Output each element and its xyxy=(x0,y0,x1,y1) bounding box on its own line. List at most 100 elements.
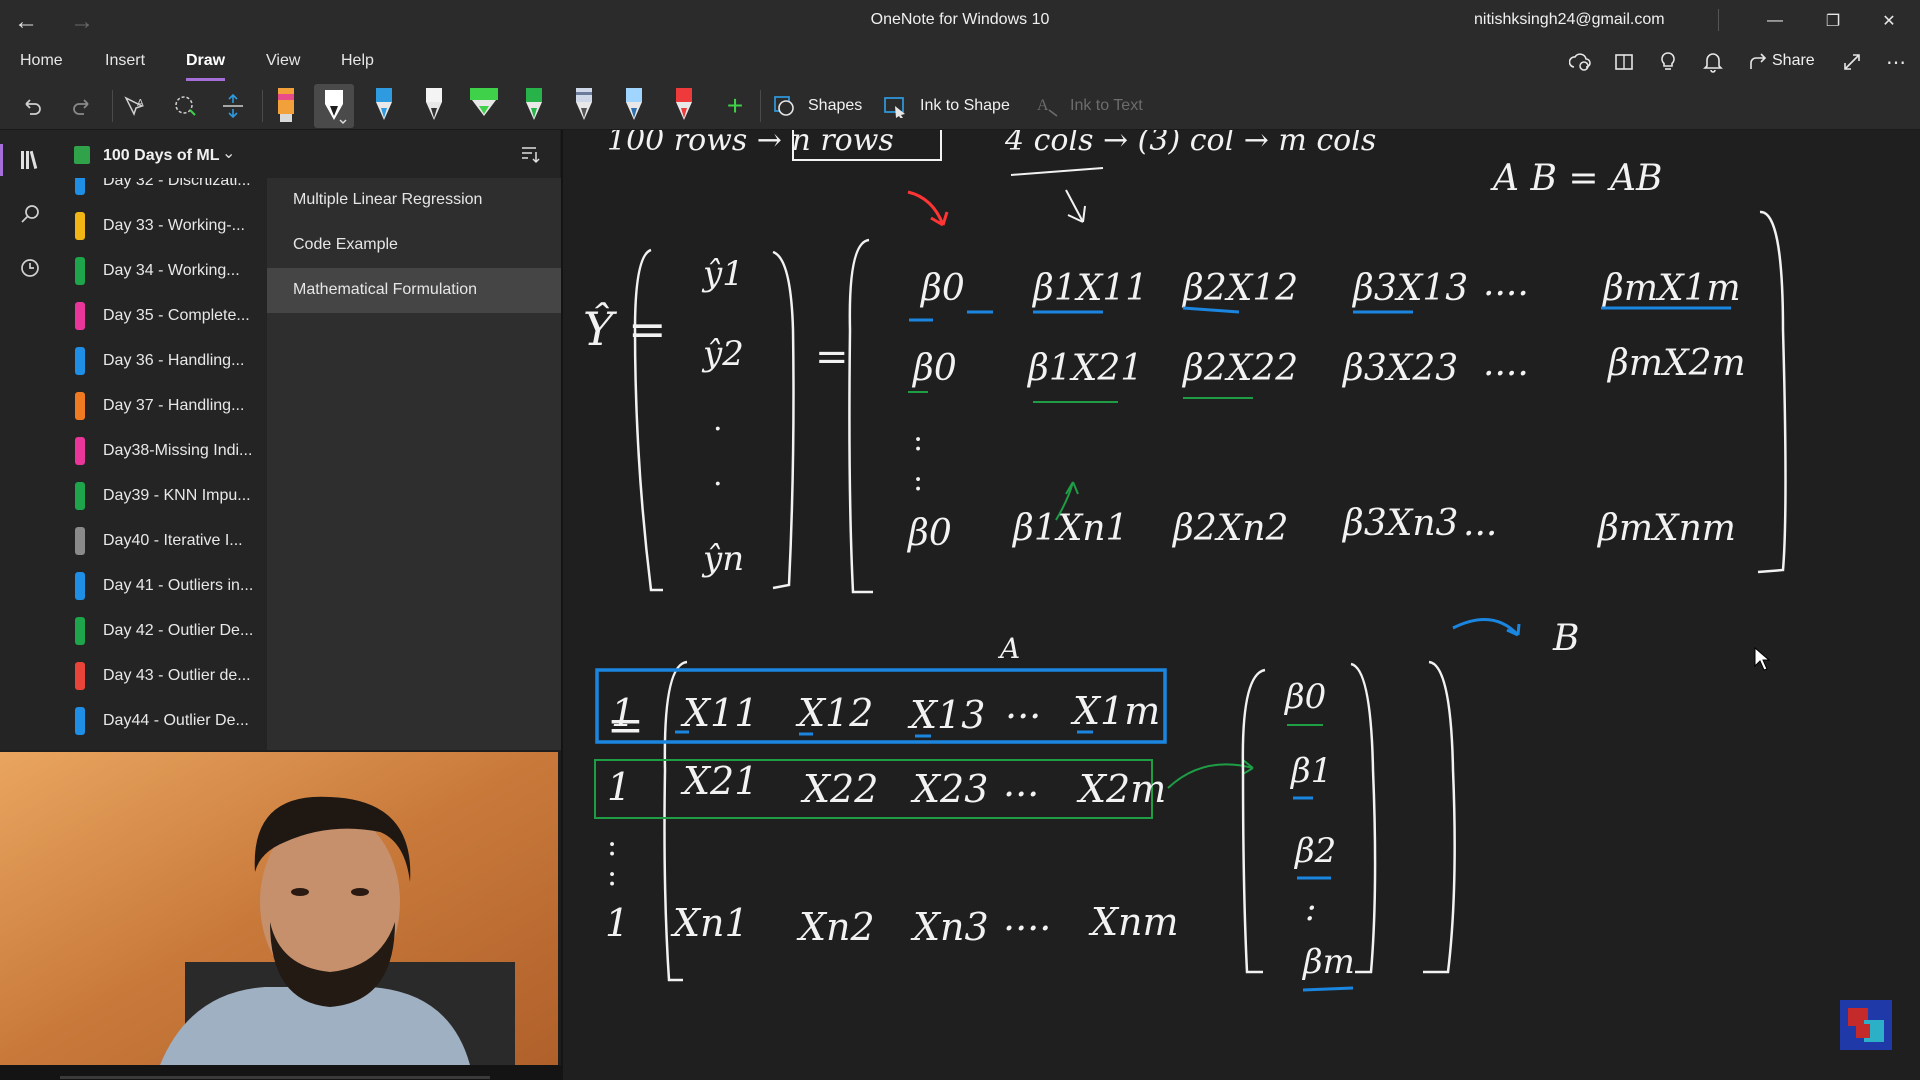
insert-space-icon[interactable] xyxy=(216,88,250,124)
notebooks-icon[interactable] xyxy=(0,138,52,182)
page-item-selected[interactable]: Mathematical Formulation xyxy=(267,268,561,313)
close-button[interactable]: ✕ xyxy=(1866,0,1912,42)
blue-pen-icon[interactable] xyxy=(364,84,404,128)
share-button-label[interactable]: Share xyxy=(1772,52,1815,70)
section-label: Day 32 - Discrtizati... xyxy=(103,178,251,189)
section-color-tab xyxy=(75,212,85,240)
lightbulb-icon[interactable] xyxy=(1652,48,1684,76)
section-color-tab xyxy=(75,572,85,600)
ink-to-shape-icon[interactable] xyxy=(882,88,910,124)
section-color-tab xyxy=(75,662,85,690)
back-arrow-icon[interactable]: ← xyxy=(14,8,38,36)
ink-x-cell: X22 xyxy=(800,767,878,811)
light-blue-pen-icon[interactable] xyxy=(614,84,654,128)
ink-x-cell: 1 xyxy=(605,901,629,945)
ink-x-cell: 1 xyxy=(611,691,635,735)
section-label: Day39 - KNN Impu... xyxy=(103,487,251,504)
note-canvas[interactable]: 100 rows → n rows 4 cols → (3) col → m c… xyxy=(563,130,1920,1080)
section-item[interactable]: Day 37 - Handling... xyxy=(60,383,267,428)
ink-to-shape-button[interactable]: Ink to Shape xyxy=(920,97,1010,115)
ink-bracket xyxy=(848,238,873,594)
section-item[interactable]: Day 43 - Outlier de... xyxy=(60,653,267,698)
section-item[interactable]: Day40 - Iterative I... xyxy=(60,518,267,563)
chevron-down-icon[interactable]: ⌄ xyxy=(222,143,235,163)
ink-dots: : xyxy=(913,423,923,458)
shapes-button[interactable]: Shapes xyxy=(808,97,862,115)
section-list: Day 32 - Discrtizati... Day 33 - Working… xyxy=(60,178,267,750)
ink-arrow xyxy=(1065,189,1086,223)
shapes-icon[interactable] xyxy=(770,88,798,124)
ink-x-cell: X2m xyxy=(1076,767,1166,811)
red-pen-icon[interactable] xyxy=(664,84,704,128)
restore-button[interactable]: ❐ xyxy=(1810,0,1856,42)
white-pen-2-icon[interactable] xyxy=(414,84,454,128)
fullscreen-icon[interactable] xyxy=(1836,48,1868,76)
account-email[interactable]: nitishksingh24@gmail.com xyxy=(1474,11,1665,29)
section-item[interactable]: Day 35 - Complete... xyxy=(60,293,267,338)
section-item[interactable]: Day 41 - Outliers in... xyxy=(60,563,267,608)
mouse-cursor-icon xyxy=(1754,646,1771,671)
notebook-name[interactable]: 100 Days of ML xyxy=(103,147,219,165)
section-item[interactable]: Day 36 - Handling... xyxy=(60,338,267,383)
ink-matrix-cell: β0 xyxy=(911,348,957,389)
type-select-icon[interactable]: A xyxy=(118,88,152,124)
page-item[interactable]: Code Example xyxy=(267,223,561,268)
ink-beta-entry: βm xyxy=(1301,942,1355,982)
ink-matrix-cell: βmXnm xyxy=(1596,508,1736,549)
green-highlighter-icon[interactable] xyxy=(464,84,504,128)
immersive-reader-icon[interactable] xyxy=(1608,48,1640,76)
ink-x-cell: .... xyxy=(1003,895,1051,939)
section-item[interactable]: Day 32 - Discrtizati... xyxy=(60,178,267,203)
minimize-button[interactable]: — xyxy=(1752,0,1798,42)
share-icon[interactable] xyxy=(1742,48,1774,76)
section-item[interactable]: Day39 - KNN Impu... xyxy=(60,473,267,518)
white-pen-icon[interactable] xyxy=(314,84,354,128)
title-bar: ← → OneNote for Windows 10 nitishksingh2… xyxy=(0,0,1920,42)
add-pen-icon[interactable]: + xyxy=(720,88,750,124)
forward-arrow-icon[interactable]: → xyxy=(70,8,94,36)
sync-icon[interactable] xyxy=(1564,48,1596,76)
ink-bracket xyxy=(1350,662,1377,974)
section-item[interactable]: Day 42 - Outlier De... xyxy=(60,608,267,653)
notifications-bell-icon[interactable] xyxy=(1697,48,1729,76)
section-item[interactable]: Day 34 - Working... xyxy=(60,248,267,293)
sort-icon[interactable] xyxy=(520,144,540,170)
redo-icon[interactable] xyxy=(66,88,98,124)
undo-icon[interactable] xyxy=(16,88,48,124)
horizontal-scrollbar[interactable] xyxy=(60,1076,490,1079)
webcam-video xyxy=(0,752,558,1065)
green-pen-icon[interactable] xyxy=(514,84,554,128)
section-color-tab xyxy=(75,347,85,375)
ink-equals: = xyxy=(815,334,849,380)
ink-matrix-cell: β0 xyxy=(919,268,965,309)
recent-notes-icon[interactable] xyxy=(8,246,52,290)
tab-insert[interactable]: Insert xyxy=(105,52,145,70)
section-item[interactable]: Day38-Missing Indi... xyxy=(60,428,267,473)
highlighter-pen-icon[interactable] xyxy=(266,84,306,128)
ink-y-hat: Ŷ = xyxy=(583,301,667,356)
page-label: Mathematical Formulation xyxy=(293,281,478,298)
ink-to-text-icon[interactable]: A xyxy=(1034,88,1062,124)
more-options-icon[interactable]: ⋯ xyxy=(1880,48,1912,76)
search-icon[interactable] xyxy=(8,192,52,236)
section-label: Day 37 - Handling... xyxy=(103,397,245,414)
lasso-select-icon[interactable] xyxy=(168,88,202,124)
section-color-tab xyxy=(75,392,85,420)
tab-draw[interactable]: Draw xyxy=(186,52,226,81)
section-color-tab xyxy=(75,482,85,510)
svg-text:A: A xyxy=(1037,97,1049,114)
tab-help[interactable]: Help xyxy=(341,52,374,70)
ink-y-entry: . xyxy=(713,403,723,438)
section-item[interactable]: Day 33 - Working-... xyxy=(60,203,267,248)
tab-view[interactable]: View xyxy=(266,52,300,70)
page-item[interactable]: Multiple Linear Regression xyxy=(267,178,561,223)
ink-matrix-cell: β1X21 xyxy=(1026,348,1143,389)
ink-matrix-cell: .... xyxy=(1483,343,1529,384)
galaxy-pen-icon[interactable] xyxy=(564,84,604,128)
ink-to-text-button[interactable]: Ink to Text xyxy=(1070,97,1143,115)
section-color-tab xyxy=(75,178,85,195)
toolbar-separator xyxy=(112,90,113,122)
notebook-header: 100 Days of ML ⌄ xyxy=(60,130,560,178)
tab-home[interactable]: Home xyxy=(20,52,63,70)
section-item[interactable]: Day44 - Outlier De... xyxy=(60,698,267,743)
